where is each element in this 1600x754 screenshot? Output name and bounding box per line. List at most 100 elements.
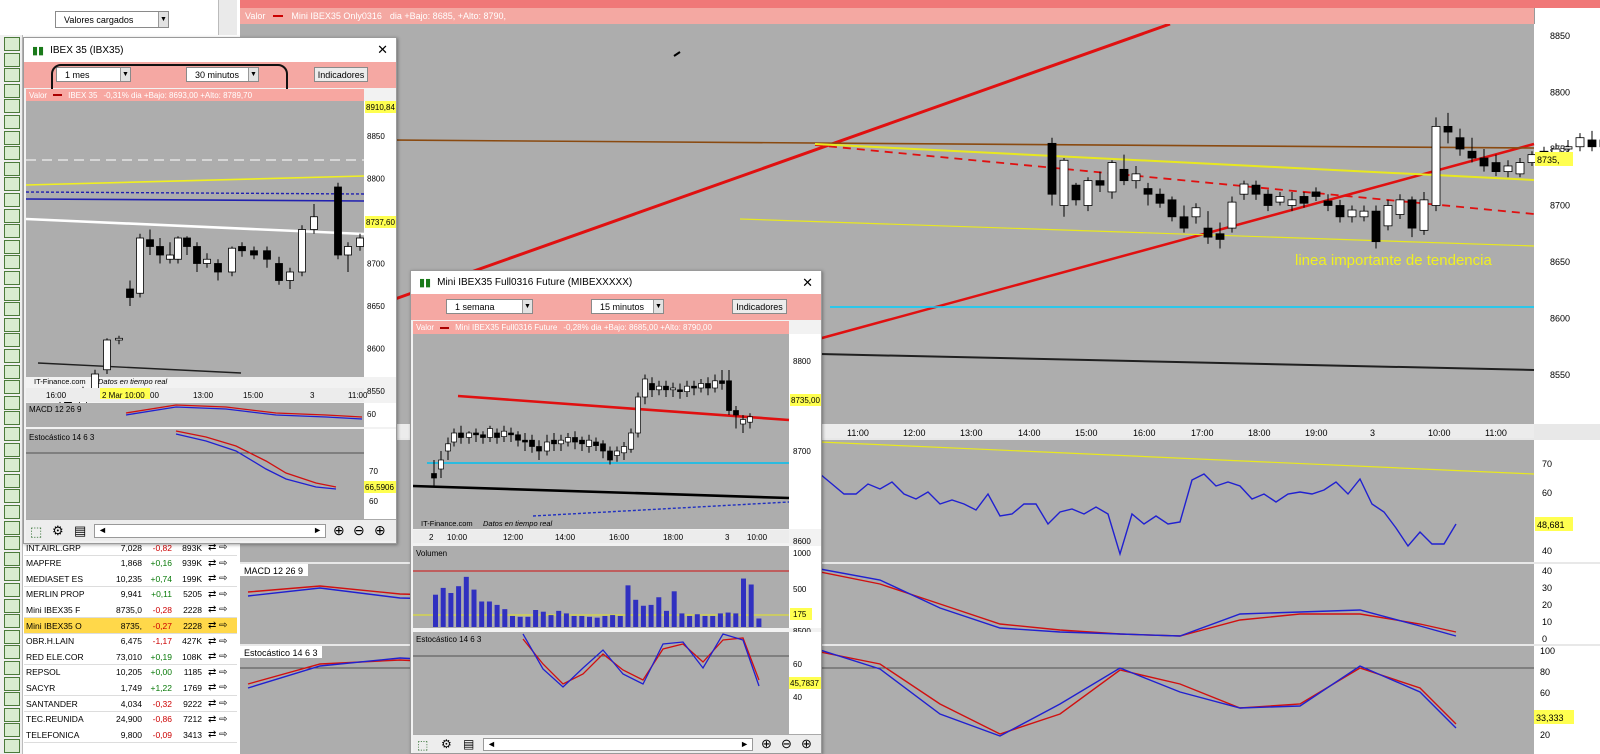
watchlist-row[interactable]: Mini IBEX35 F 8735,0 -0,28 2228 ⇄ ⇨ bbox=[24, 602, 237, 619]
print-icon[interactable]: ▤ bbox=[74, 523, 86, 539]
chart-launch-icon[interactable] bbox=[4, 99, 20, 114]
chart-launch-icon[interactable] bbox=[4, 739, 20, 753]
row-action-icons[interactable]: ⇄ ⇨ bbox=[208, 667, 228, 678]
chart-launch-icon[interactable] bbox=[4, 551, 20, 566]
scrollbar[interactable] bbox=[218, 0, 237, 35]
chart-launch-icon[interactable] bbox=[4, 645, 20, 660]
ibex35-window[interactable]: ▮▮ IBEX 35 (IBX35) ✕ 1 mes ▼ 30 minutos ▼ … bbox=[23, 37, 397, 544]
zoom-fit-icon[interactable]: ⊕ bbox=[761, 736, 772, 752]
valores-dropdown[interactable]: Valores cargados ▼ bbox=[55, 11, 169, 28]
chart-launch-icon[interactable] bbox=[4, 411, 20, 426]
row-action-icons[interactable]: ⇄ ⇨ bbox=[208, 573, 228, 584]
chart-launch-icon[interactable] bbox=[4, 83, 20, 98]
chart-tool-icon[interactable]: ⬚ bbox=[417, 738, 428, 752]
chart-launch-icon[interactable] bbox=[4, 567, 20, 582]
period-select[interactable]: 1 semana ▼ bbox=[446, 299, 533, 314]
scroll-left-icon[interactable]: ◄ bbox=[98, 525, 107, 535]
chart-launch-icon[interactable] bbox=[4, 629, 20, 644]
chart-launch-icon[interactable] bbox=[4, 193, 20, 207]
row-action-icons[interactable]: ⇄ ⇨ bbox=[208, 636, 228, 647]
watchlist-row[interactable]: MAPFRE 1,868 +0,16 939K ⇄ ⇨ bbox=[24, 555, 237, 572]
chart-launch-icon[interactable] bbox=[4, 146, 20, 161]
chart-launch-icon[interactable] bbox=[4, 130, 20, 145]
row-action-icons[interactable]: ⇄ ⇨ bbox=[208, 651, 228, 662]
chart-launch-icon[interactable] bbox=[4, 614, 20, 629]
scroll-left-icon[interactable]: ◄ bbox=[487, 739, 496, 749]
chart-launch-icon[interactable] bbox=[4, 707, 20, 722]
chart-launch-icon[interactable] bbox=[4, 68, 20, 83]
zoom-fit-icon[interactable]: ⊕ bbox=[333, 522, 345, 539]
zoom-in-icon[interactable]: ⊕ bbox=[374, 522, 386, 539]
zoom-out-icon[interactable]: ⊖ bbox=[353, 522, 365, 539]
chevron-down-icon[interactable]: ▼ bbox=[158, 12, 168, 27]
chart-launch-icon[interactable] bbox=[4, 583, 20, 597]
watchlist-row[interactable]: OBR.H.LAIN 6,475 -1,17 427K ⇄ ⇨ bbox=[24, 633, 237, 650]
chart-launch-icon[interactable] bbox=[4, 676, 20, 691]
scroll-right-icon[interactable]: ► bbox=[313, 525, 322, 535]
chart-launch-icon[interactable] bbox=[4, 177, 20, 192]
row-action-icons[interactable]: ⇄ ⇨ bbox=[208, 698, 228, 709]
row-action-icons[interactable]: ⇄ ⇨ bbox=[208, 589, 228, 600]
chart-launch-icon[interactable] bbox=[4, 661, 20, 675]
row-action-icons[interactable]: ⇄ ⇨ bbox=[208, 620, 228, 631]
print-icon[interactable]: ▤ bbox=[463, 737, 474, 751]
indicators-button[interactable]: Indicadores bbox=[732, 299, 787, 314]
watchlist-row[interactable]: TEC.REUNIDA 24,900 -0,86 7212 ⇄ ⇨ bbox=[24, 711, 237, 728]
chart-launch-icon[interactable] bbox=[4, 255, 20, 270]
watchlist-row[interactable]: TELEFONICA 9,800 -0,09 3413 ⇄ ⇨ bbox=[24, 727, 237, 744]
chart-tool-icon[interactable]: ⬚ bbox=[30, 524, 42, 540]
chevron-down-icon[interactable]: ▼ bbox=[653, 300, 663, 313]
chart-launch-icon[interactable] bbox=[4, 520, 20, 535]
row-action-icons[interactable]: ⇄ ⇨ bbox=[208, 558, 228, 569]
chart-launch-icon[interactable] bbox=[4, 349, 20, 363]
chart-launch-icon[interactable] bbox=[4, 395, 20, 410]
mini-ibex-title-bar[interactable]: ▮▮ Mini IBEX35 Full0316 Future (MIBEXXXX… bbox=[411, 271, 821, 294]
settings-icon[interactable]: ⚙ bbox=[52, 523, 64, 539]
chart-launch-icon[interactable] bbox=[4, 52, 20, 67]
horizontal-scrollbar[interactable]: ◄ ► bbox=[483, 738, 753, 751]
chart-launch-icon[interactable] bbox=[4, 723, 20, 738]
ibex35-title-bar[interactable]: ▮▮ IBEX 35 (IBX35) ✕ bbox=[24, 38, 396, 62]
chart-launch-icon[interactable] bbox=[4, 442, 20, 457]
chart-launch-icon[interactable] bbox=[4, 317, 20, 332]
chart-launch-icon[interactable] bbox=[4, 37, 20, 51]
interval-select[interactable]: 15 minutos ▼ bbox=[591, 299, 664, 314]
zoom-in-icon[interactable]: ⊕ bbox=[801, 736, 812, 752]
watchlist-row[interactable]: MEDIASET ES 10,235 +0,74 199K ⇄ ⇨ bbox=[24, 571, 237, 588]
chart-launch-icon[interactable] bbox=[4, 364, 20, 379]
chart-launch-icon[interactable] bbox=[4, 224, 20, 239]
scroll-right-icon[interactable]: ► bbox=[740, 739, 749, 749]
close-icon[interactable]: ✕ bbox=[377, 42, 388, 58]
watchlist-row[interactable]: RED ELE.COR 73,010 +0,19 108K ⇄ ⇨ bbox=[24, 649, 237, 666]
row-action-icons[interactable]: ⇄ ⇨ bbox=[208, 729, 228, 740]
watchlist-row[interactable]: Mini IBEX35 O 8735, -0,27 2228 ⇄ ⇨ bbox=[24, 618, 237, 634]
row-action-icons[interactable]: ⇄ ⇨ bbox=[208, 604, 228, 615]
chart-launch-icon[interactable] bbox=[4, 208, 20, 223]
chart-launch-icon[interactable] bbox=[4, 505, 20, 519]
chart-launch-icon[interactable] bbox=[4, 536, 20, 551]
watchlist-row[interactable]: REPSOL 10,205 +0,00 1185 ⇄ ⇨ bbox=[24, 664, 237, 681]
chevron-down-icon[interactable]: ▼ bbox=[522, 300, 532, 313]
chart-launch-icon[interactable] bbox=[4, 271, 20, 285]
chart-launch-icon[interactable] bbox=[4, 427, 20, 441]
chart-launch-icon[interactable] bbox=[4, 239, 20, 254]
row-action-icons[interactable]: ⇄ ⇨ bbox=[208, 682, 228, 693]
watchlist-row[interactable]: MERLIN PROP 9,941 +0,11 5205 ⇄ ⇨ bbox=[24, 586, 237, 603]
chart-launch-icon[interactable] bbox=[4, 286, 20, 301]
watchlist-row[interactable]: SANTANDER 4,034 -0,32 9222 ⇄ ⇨ bbox=[24, 696, 237, 712]
chart-launch-icon[interactable] bbox=[4, 115, 20, 129]
mini-ibex-window[interactable]: ▮▮ Mini IBEX35 Full0316 Future (MIBEXXXX… bbox=[410, 270, 822, 754]
chart-launch-icon[interactable] bbox=[4, 473, 20, 488]
chart-launch-icon[interactable] bbox=[4, 692, 20, 707]
indicators-button[interactable]: Indicadores bbox=[314, 67, 368, 82]
watchlist-row[interactable]: SACYR 1,749 +1,22 1769 ⇄ ⇨ bbox=[24, 680, 237, 697]
chart-launch-icon[interactable] bbox=[4, 333, 20, 348]
row-action-icons[interactable]: ⇄ ⇨ bbox=[208, 714, 228, 725]
settings-icon[interactable]: ⚙ bbox=[441, 737, 452, 751]
chart-launch-icon[interactable] bbox=[4, 380, 20, 395]
chart-launch-icon[interactable] bbox=[4, 458, 20, 473]
chart-launch-icon[interactable] bbox=[4, 598, 20, 613]
zoom-out-icon[interactable]: ⊖ bbox=[781, 736, 792, 752]
close-icon[interactable]: ✕ bbox=[802, 275, 813, 291]
horizontal-scrollbar[interactable]: ◄ ► bbox=[94, 524, 326, 538]
